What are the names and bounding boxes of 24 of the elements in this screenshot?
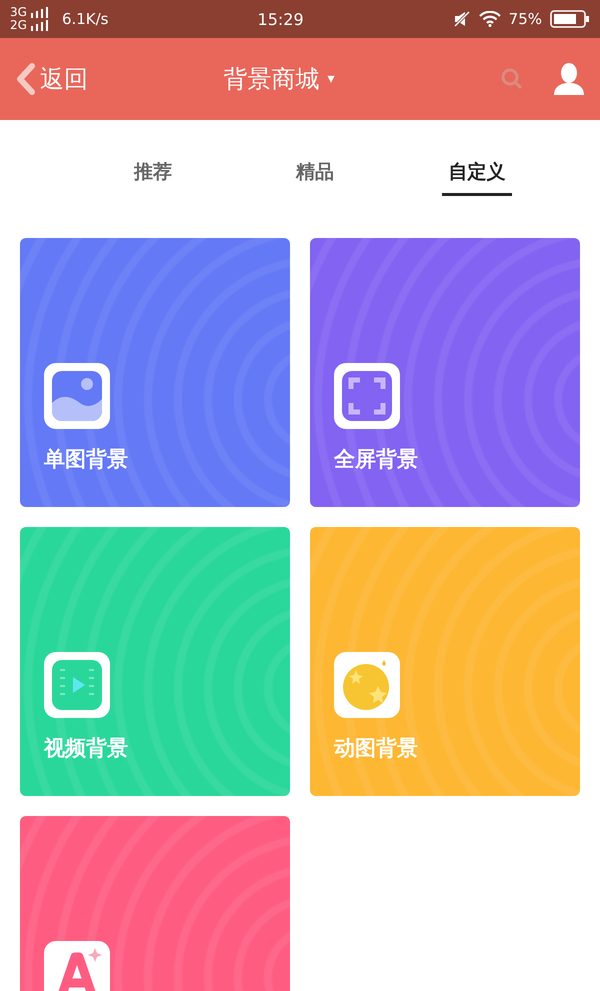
page-title[interactable]: 背景商城 <box>223 63 320 95</box>
dropdown-arrow[interactable]: ▾ <box>327 71 335 87</box>
back-button[interactable]: 返回 <box>14 62 88 96</box>
user-icon[interactable] <box>552 62 586 96</box>
picture-icon <box>44 363 110 429</box>
battery-percent: 75% <box>508 10 542 28</box>
network-label: 3G <box>10 6 27 19</box>
clock: 15:29 <box>258 10 304 28</box>
network-label: 2G <box>10 19 27 32</box>
back-chevron-icon <box>14 62 38 96</box>
fullscreen-icon <box>334 363 400 429</box>
signal-icon <box>30 7 48 18</box>
network-speed: 6.1K/s <box>62 10 108 28</box>
category-card[interactable]: 单图背景 <box>20 238 290 507</box>
tab[interactable]: 精品 <box>280 120 350 196</box>
mute-icon <box>452 10 471 28</box>
tab[interactable]: 自定义 <box>442 120 512 196</box>
signal-icon <box>30 20 48 31</box>
wifi-icon <box>478 11 501 27</box>
category-card[interactable]: 全屏背景 <box>310 238 580 507</box>
letter-icon <box>44 941 110 991</box>
tab[interactable]: 推荐 <box>118 120 188 196</box>
battery-icon <box>550 10 590 28</box>
video-icon <box>44 652 110 718</box>
